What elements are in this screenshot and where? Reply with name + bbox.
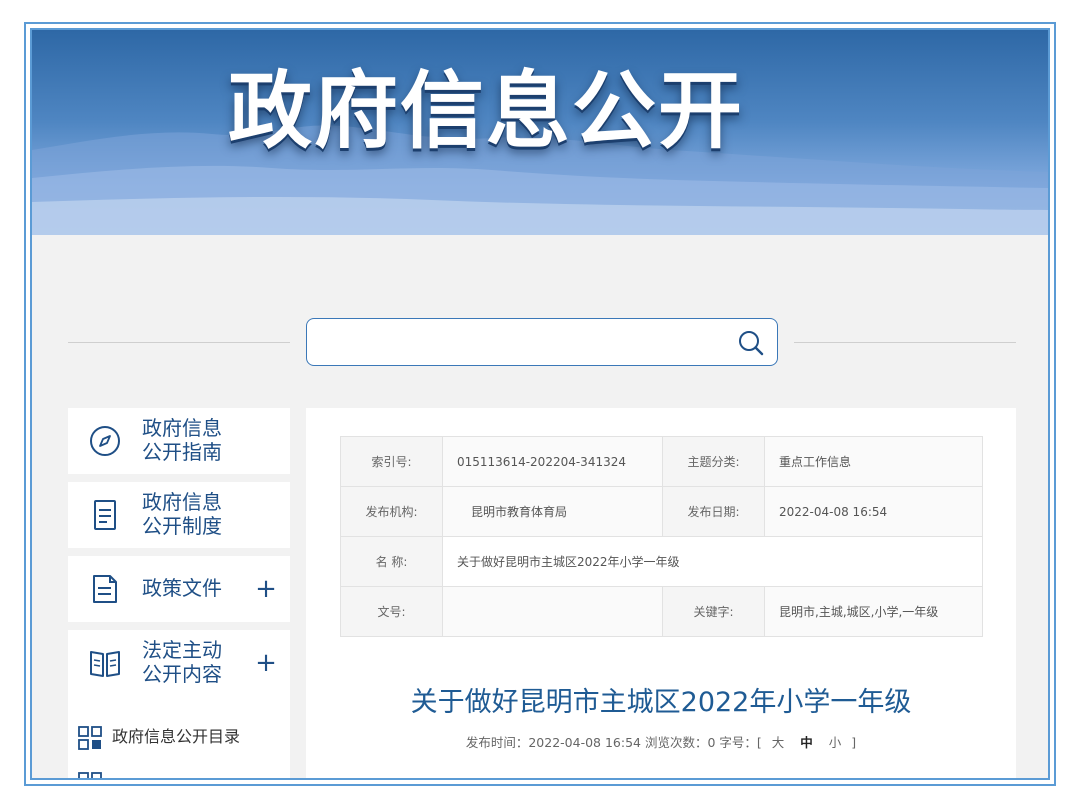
policy-file-icon	[93, 575, 117, 603]
sidebar-label-line: 政府信息	[142, 490, 222, 514]
sidebar-item-label: 政府信息 公开指南	[142, 416, 242, 464]
sidebar-subitem-label: 政府信息公开目录	[112, 727, 241, 746]
date-value: 2022-04-08 16:54	[764, 486, 983, 537]
publish-info: 发布时间：2022-04-08 16:54 浏览次数：0 字号：[	[465, 735, 762, 750]
grid-icon	[78, 726, 102, 750]
open-book-icon	[90, 651, 120, 677]
grid-icon	[78, 772, 102, 778]
index-value: 015113614-202204-341324	[442, 436, 663, 487]
sidebar-item-policy[interactable]: 政策文件 +	[68, 556, 290, 622]
main-panel: 索引号: 015113614-202204-341324 主题分类: 重点工作信…	[306, 408, 1016, 778]
topic-label: 主题分类:	[662, 436, 765, 487]
org-value: 昆明市教育体育局	[442, 486, 663, 537]
sidebar-label-line: 公开制度	[142, 514, 222, 538]
name-value: 关于做好昆明市主城区2022年小学一年级	[442, 536, 983, 587]
docno-label: 文号:	[340, 586, 443, 637]
sidebar-item-guide[interactable]: 政府信息 公开指南	[68, 408, 290, 474]
expand-plus-icon[interactable]: +	[254, 574, 278, 604]
sidebar-item-system[interactable]: 政府信息 公开制度	[68, 482, 290, 548]
sidebar-item-label: 政府信息 公开制度	[142, 490, 242, 538]
keywords-label: 关键字:	[662, 586, 765, 637]
banner: 政府信息公开	[32, 30, 1048, 235]
date-label: 发布日期:	[662, 486, 765, 537]
font-size-small-button[interactable]: 小	[829, 735, 842, 750]
font-size-bracket-close: ]	[851, 735, 857, 750]
search-input[interactable]	[319, 327, 719, 357]
sidebar-subpanel: 政府信息公开目录	[68, 692, 290, 778]
page-frame: 政府信息公开 政府信息 公开指南 政府信息 公开制度 政策文件 + 法定主动 公…	[30, 28, 1050, 780]
docno-value	[442, 586, 663, 637]
sidebar-item-label: 法定主动 公开内容	[142, 638, 242, 686]
sidebar-item-label: 政策文件	[142, 576, 222, 600]
table-row: 名 称: 关于做好昆明市主城区2022年小学一年级	[340, 536, 983, 587]
font-size-large-button[interactable]: 大	[772, 735, 785, 750]
search-box	[306, 318, 778, 366]
document-icon	[94, 500, 116, 530]
sidebar-item-statutory[interactable]: 法定主动 公开内容 +	[68, 630, 290, 696]
sidebar-label-line: 法定主动	[142, 638, 222, 662]
search-divider-left	[68, 342, 290, 343]
compass-icon	[90, 426, 120, 456]
sidebar-label-line: 政府信息	[142, 416, 222, 440]
sidebar-label-line: 公开内容	[142, 662, 222, 686]
sidebar-label-line: 公开指南	[142, 440, 222, 464]
font-size-medium-button[interactable]: 中	[800, 735, 813, 750]
topic-value: 重点工作信息	[764, 436, 983, 487]
org-label: 发布机构:	[340, 486, 443, 537]
index-label: 索引号:	[340, 436, 443, 487]
banner-title: 政府信息公开	[228, 62, 745, 160]
search-icon[interactable]	[737, 329, 765, 357]
keywords-value: 昆明市,主城,城区,小学,一年级	[764, 586, 983, 637]
table-row: 索引号: 015113614-202204-341324 主题分类: 重点工作信…	[340, 436, 983, 487]
expand-plus-icon[interactable]: +	[254, 648, 278, 678]
table-row: 文号: 关键字: 昆明市,主城,城区,小学,一年级	[340, 586, 983, 637]
article-meta: 发布时间：2022-04-08 16:54 浏览次数：0 字号：[ 大 中 小 …	[306, 732, 1016, 751]
info-table: 索引号: 015113614-202204-341324 主题分类: 重点工作信…	[340, 436, 983, 637]
name-label: 名 称:	[340, 536, 443, 587]
search-divider-right	[794, 342, 1016, 343]
table-row: 发布机构: 昆明市教育体育局 发布日期: 2022-04-08 16:54	[340, 486, 983, 537]
article-title: 关于做好昆明市主城区2022年小学一年级	[410, 687, 912, 718]
